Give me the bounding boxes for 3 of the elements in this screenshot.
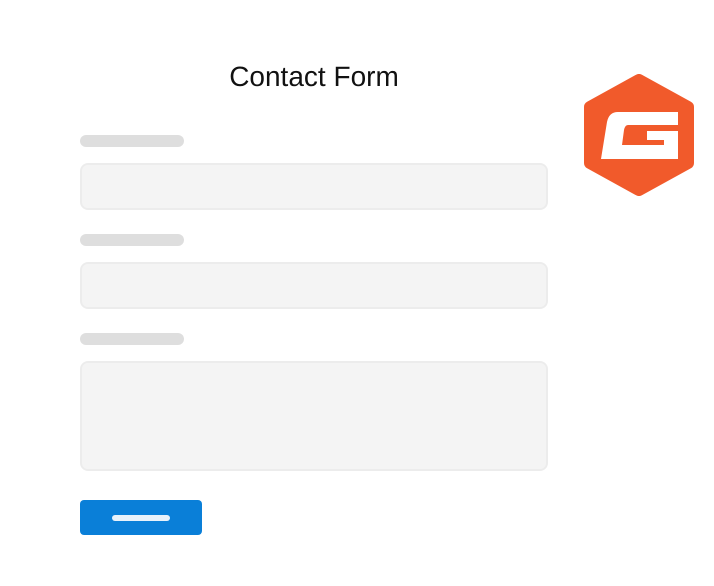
- submit-button[interactable]: [80, 500, 202, 535]
- logo-icon: [584, 74, 694, 196]
- form-title: Contact Form: [228, 61, 400, 93]
